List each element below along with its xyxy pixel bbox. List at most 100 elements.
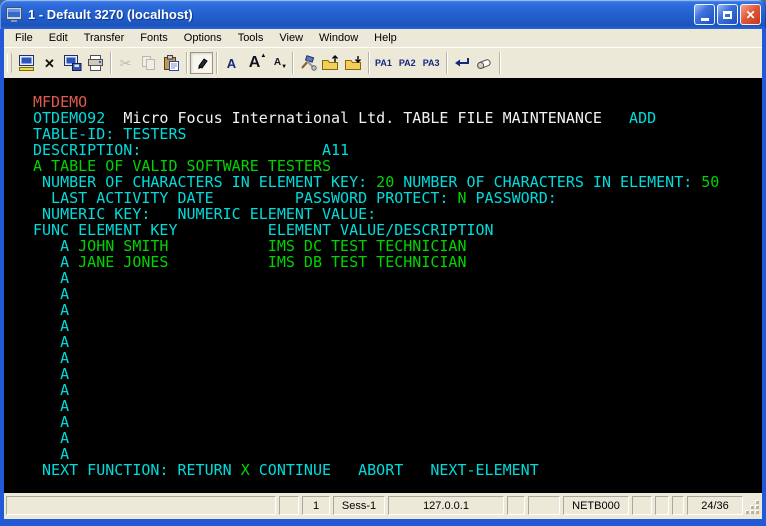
paste-button[interactable]	[160, 52, 183, 74]
menu-item-fonts[interactable]: Fonts	[132, 30, 176, 47]
copy-button[interactable]	[137, 52, 160, 74]
pa-key-group: PA1 PA2 PA3	[372, 54, 443, 72]
toolbar-separator	[292, 52, 293, 74]
paste-icon	[164, 55, 179, 71]
font-larger-button[interactable]: A ▲	[243, 52, 267, 74]
menu-item-options[interactable]: Options	[176, 30, 230, 47]
close-button[interactable]: ✕	[740, 4, 761, 25]
pa2-button[interactable]: PA2	[396, 54, 419, 72]
pa3-button[interactable]: PA3	[420, 54, 443, 72]
send-file-button[interactable]	[319, 52, 342, 74]
erase-button[interactable]	[473, 52, 496, 74]
close-icon: ✕	[745, 7, 756, 22]
font-smaller-button[interactable]: A ▼	[266, 52, 289, 74]
maximize-button[interactable]	[717, 4, 738, 25]
connect-icon	[18, 55, 34, 71]
terminal-line: DESCRIPTION: A11	[33, 141, 350, 159]
print-icon	[87, 55, 103, 71]
terminal-line: NUMBER OF CHARACTERS IN ELEMENT KEY: 20 …	[33, 173, 720, 191]
save-screen-icon	[63, 55, 81, 71]
terminal-line: MFDEMO	[33, 93, 88, 111]
light-pen-icon	[197, 58, 208, 69]
window-title: 1 - Default 3270 (localhost)	[28, 7, 193, 22]
light-pen-toggle[interactable]	[190, 52, 213, 74]
terminal-line: FUNC ELEMENT KEY ELEMENT VALUE/DESCRIPTI…	[33, 221, 494, 239]
minimize-button[interactable]	[694, 4, 715, 25]
toolbar-separator	[368, 52, 369, 74]
toolbar: ✕ ✂ A A ▲ A ▼ PA1 PA2 PA3	[4, 47, 762, 78]
settings-button[interactable]	[296, 52, 319, 74]
terminal-screen[interactable]: MFDEMO OTDEMO92 Micro Focus International…	[4, 78, 762, 493]
toolbar-grip[interactable]	[7, 53, 12, 73]
enter-key-button[interactable]	[450, 52, 473, 74]
menu-item-transfer[interactable]: Transfer	[76, 30, 133, 47]
pa1-button[interactable]: PA1	[372, 54, 395, 72]
font-larger-icon: A ▲	[248, 53, 267, 71]
menu-item-file[interactable]: File	[7, 30, 41, 47]
enter-icon	[455, 58, 470, 67]
erase-icon	[477, 59, 491, 69]
emulator-window: 1 - Default 3270 (localhost) ✕ File Edit T…	[0, 0, 766, 526]
terminal-line: A	[60, 301, 70, 319]
title-bar[interactable]: 1 - Default 3270 (localhost) ✕	[0, 0, 766, 29]
terminal-line: LAST ACTIVITY DATE PASSWORD PROTECT: N P…	[33, 189, 557, 207]
menu-item-view[interactable]: View	[271, 30, 311, 47]
terminal-line: OTDEMO92 Micro Focus International Ltd. …	[33, 109, 657, 127]
status-field-empty-10	[672, 496, 684, 515]
toolbar-separator	[445, 52, 447, 74]
terminal-line: A	[60, 397, 70, 415]
status-field-empty-6	[528, 496, 560, 515]
toolbar-separator	[186, 52, 187, 74]
status-field-1: 1	[302, 496, 330, 515]
status-field-empty-5	[507, 496, 525, 515]
menu-bar: File Edit Transfer Fonts Options Tools View Win…	[4, 29, 762, 47]
menu-item-edit[interactable]: Edit	[41, 30, 76, 47]
status-field-empty-1	[279, 496, 299, 515]
status-field-24-36: 24/36	[687, 496, 743, 515]
toolbar-separator	[216, 52, 217, 74]
maximize-icon	[723, 10, 732, 19]
terminal-line: A	[60, 349, 70, 367]
connect-session-button[interactable]	[15, 52, 38, 74]
terminal-line: TABLE-ID: TESTERS	[33, 125, 187, 143]
terminal-line: A	[60, 333, 70, 351]
terminal-line: A	[60, 285, 70, 303]
menu-item-tools[interactable]: Tools	[230, 30, 272, 47]
status-field-sess-1: Sess-1	[333, 496, 385, 515]
font-smaller-icon: A ▼	[273, 57, 288, 71]
receive-file-icon	[345, 56, 361, 70]
terminal-line: A TABLE OF VALID SOFTWARE TESTERS	[33, 157, 332, 175]
terminal-line: A	[60, 429, 70, 447]
send-file-icon	[322, 55, 338, 70]
print-screen-button[interactable]	[84, 52, 107, 74]
status-field-empty-8	[632, 496, 652, 515]
font-select-icon: A	[226, 55, 237, 71]
status-field-127-0-0-1: 127.0.0.1	[388, 496, 504, 515]
terminal-line: NEXT FUNCTION: RETURN X CONTINUE ABORT N…	[33, 461, 539, 479]
disconnect-button[interactable]: ✕	[38, 52, 61, 74]
cut-button[interactable]: ✂	[114, 52, 137, 74]
terminal-line: A JANE JONES IMS DB TEST TECHNICIAN	[60, 253, 467, 271]
font-select-button[interactable]: A	[220, 52, 243, 74]
resize-grip[interactable]	[746, 496, 760, 515]
menu-item-help[interactable]: Help	[366, 30, 405, 47]
menu-item-window[interactable]: Window	[311, 30, 366, 47]
status-field-netb000: NETB000	[563, 496, 629, 515]
minimize-icon	[700, 17, 709, 21]
save-screen-button[interactable]	[61, 52, 84, 74]
terminal-line: A	[60, 381, 70, 399]
toolbar-separator	[110, 52, 111, 74]
cut-icon: ✂	[119, 55, 132, 71]
status-field-empty-0	[6, 496, 276, 515]
terminal-line: A	[60, 413, 70, 431]
disconnect-icon: ✕	[44, 55, 55, 71]
receive-file-button[interactable]	[342, 52, 365, 74]
window-frame: File Edit Transfer Fonts Options Tools View Win…	[0, 29, 766, 526]
terminal-line: A	[60, 365, 70, 383]
status-field-empty-9	[655, 496, 669, 515]
terminal-line: A JOHN SMITH IMS DC TEST TECHNICIAN	[60, 237, 467, 255]
terminal-line: A	[60, 269, 70, 287]
terminal-line: A	[60, 445, 70, 463]
terminal-line: NUMERIC KEY: NUMERIC ELEMENT VALUE:	[33, 205, 377, 223]
app-icon	[6, 7, 22, 22]
